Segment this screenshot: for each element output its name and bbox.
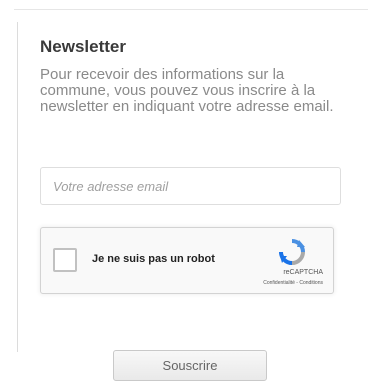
- newsletter-title: Newsletter: [40, 37, 126, 56]
- email-input[interactable]: [40, 167, 341, 205]
- recaptcha-widget: Je ne suis pas un robot reCAPTCHA Confid…: [40, 227, 334, 294]
- recaptcha-links[interactable]: Confidentialité - Conditions: [263, 280, 323, 286]
- recaptcha-checkbox[interactable]: [53, 248, 77, 272]
- top-divider: [14, 9, 368, 10]
- newsletter-description: Pour recevoir des informations sur la co…: [40, 66, 334, 115]
- recaptcha-brand: reCAPTCHA: [283, 269, 323, 276]
- recaptcha-logo-icon: [279, 239, 305, 265]
- recaptcha-label: Je ne suis pas un robot: [92, 253, 215, 265]
- subscribe-button[interactable]: Souscrire: [113, 350, 267, 381]
